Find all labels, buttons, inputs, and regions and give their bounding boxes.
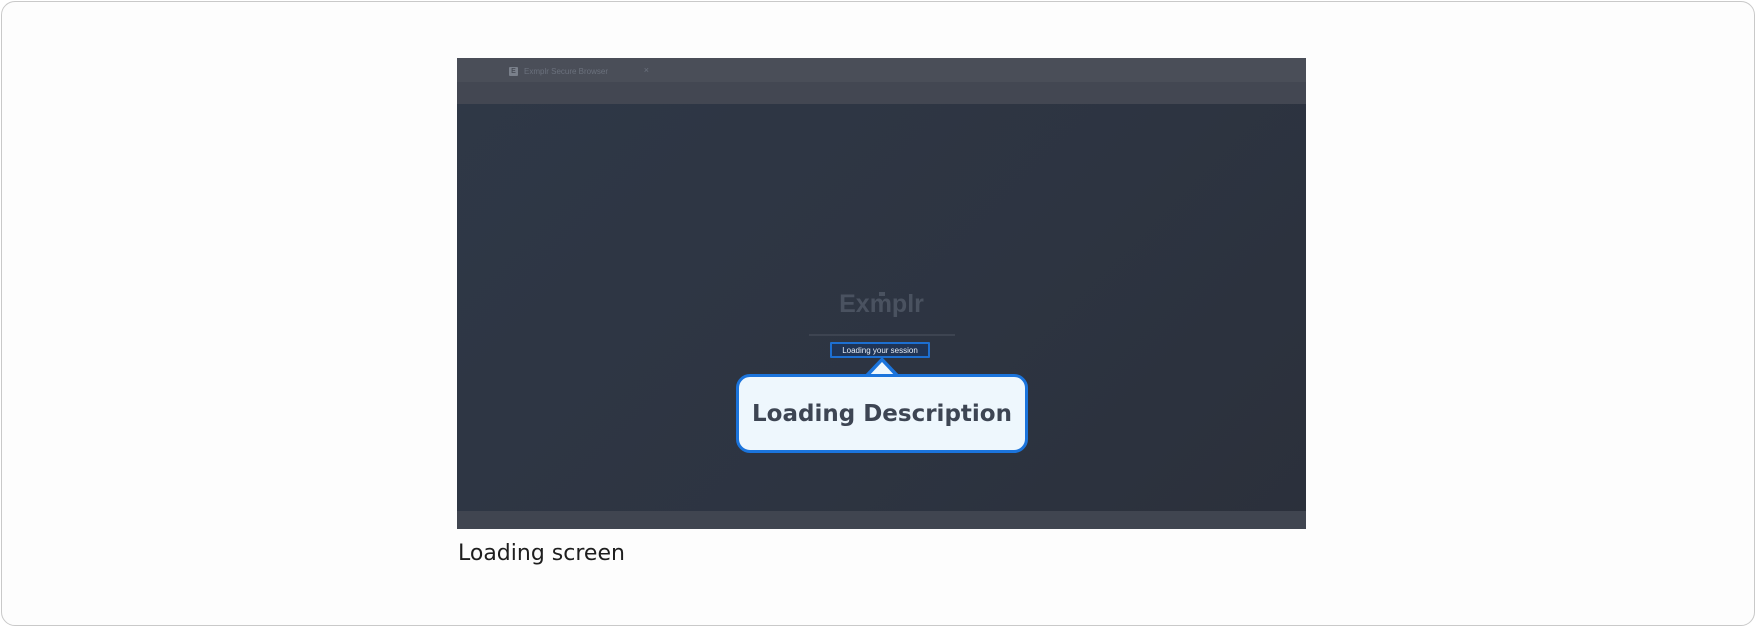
- browser-status-bar: [457, 511, 1306, 529]
- close-icon[interactable]: ×: [644, 65, 649, 75]
- browser-tab[interactable]: E Exmplr Secure Browser ×: [509, 61, 649, 82]
- browser-tab-bar: E Exmplr Secure Browser ×: [457, 58, 1306, 82]
- annotation-callout: Loading Description: [736, 374, 1028, 453]
- callout-label: Loading Description: [752, 400, 1012, 427]
- exmplr-favicon-icon: E: [509, 67, 518, 76]
- app-screenshot: E Exmplr Secure Browser × Exmplr Loading…: [457, 58, 1306, 529]
- figure-caption: Loading screen: [458, 541, 625, 566]
- browser-tab-title: Exmplr Secure Browser: [524, 67, 609, 76]
- loading-message: Loading your session: [830, 342, 930, 358]
- app-logo: Exmplr: [839, 290, 924, 318]
- figure-card: E Exmplr Secure Browser × Exmplr Loading…: [1, 1, 1755, 626]
- browser-toolbar: [457, 82, 1306, 104]
- loading-divider: [809, 334, 955, 336]
